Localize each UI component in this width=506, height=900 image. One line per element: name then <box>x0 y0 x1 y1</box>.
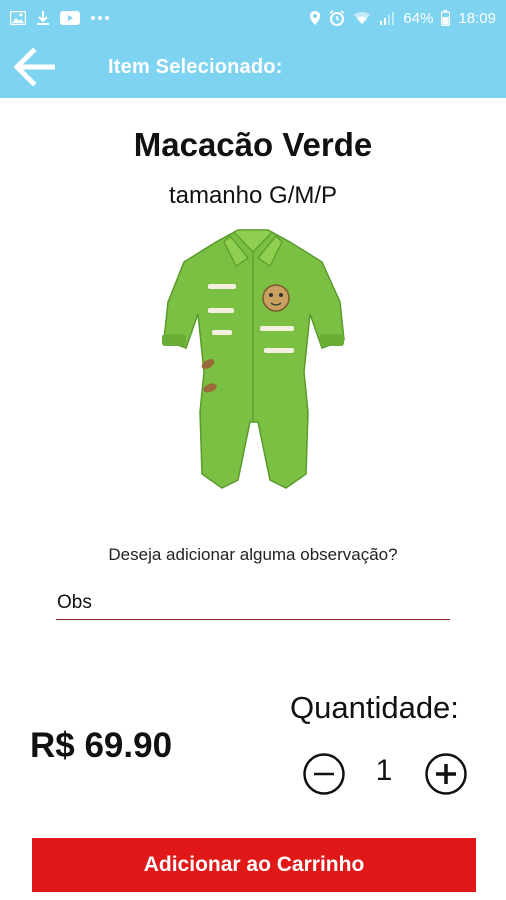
plus-circle-icon <box>425 753 467 795</box>
image-icon <box>10 11 26 25</box>
clock: 18:09 <box>458 9 496 27</box>
location-icon <box>309 10 321 26</box>
product-image <box>162 229 345 489</box>
quantity-label: Quantidade: <box>290 690 459 725</box>
download-icon <box>36 10 50 26</box>
price: R$ 69.90 <box>30 726 173 765</box>
wifi-icon <box>353 11 371 25</box>
minus-circle-icon <box>303 753 345 795</box>
page-title: Item Selecionado: <box>108 55 283 78</box>
battery-percent: 64% <box>403 9 434 27</box>
alarm-icon <box>329 10 345 26</box>
arrow-left-icon <box>13 48 55 86</box>
signal-icon <box>379 11 395 25</box>
product-name: Macacão Verde <box>133 126 373 163</box>
youtube-icon <box>60 11 80 25</box>
add-to-cart-button[interactable]: Adicionar ao Carrinho <box>32 838 476 892</box>
status-bar-left <box>10 10 110 26</box>
status-bar-right: 64% 18:09 <box>309 10 496 27</box>
increase-quantity-button[interactable] <box>424 752 468 796</box>
observation-input[interactable] <box>56 588 450 620</box>
product-size: tamanho G/M/P <box>168 182 338 209</box>
more-icon <box>90 15 110 21</box>
decrease-quantity-button[interactable] <box>302 752 346 796</box>
app-bar: Item Selecionado: <box>0 36 506 98</box>
quantity-value: 1 <box>375 754 393 787</box>
back-button[interactable] <box>4 36 64 98</box>
battery-icon <box>441 10 451 26</box>
observation-question: Deseja adicionar alguma observação? <box>108 545 398 564</box>
status-bar: 64% 18:09 <box>0 0 506 36</box>
